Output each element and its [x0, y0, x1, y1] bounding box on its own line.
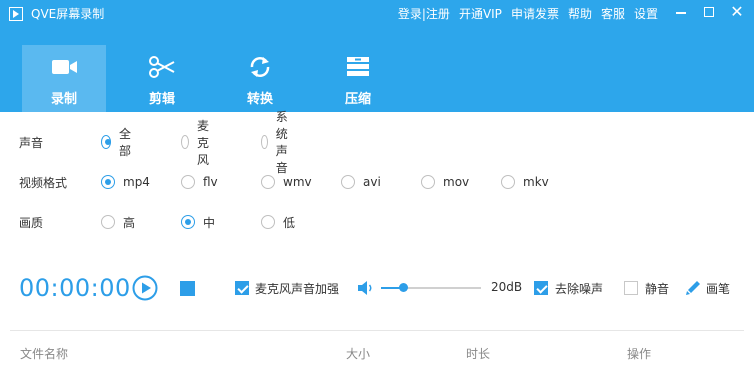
recording-timer: 00:00:00	[19, 274, 131, 302]
pen-icon[interactable]	[685, 279, 702, 296]
format-label: 视频格式	[19, 176, 68, 190]
scissors-icon	[149, 56, 175, 78]
settings-link[interactable]: 设置	[634, 7, 658, 21]
option-label: 系统声音	[275, 110, 288, 175]
audio-option-all[interactable]: 全部	[101, 127, 135, 158]
option-label: 中	[203, 215, 216, 230]
column-header-actions: 操作	[627, 347, 652, 361]
maximize-icon[interactable]	[700, 3, 718, 21]
close-icon[interactable]: ✕	[728, 3, 746, 21]
mute-label: 静音	[645, 282, 670, 296]
quality-label: 画质	[19, 216, 44, 230]
format-option-mov[interactable]: mov	[421, 172, 469, 192]
audio-option-mic[interactable]: 麦克风	[181, 119, 215, 167]
volume-value: 20dB	[491, 280, 523, 294]
option-label: 高	[123, 215, 136, 230]
volume-slider[interactable]	[381, 283, 481, 292]
tab-compress[interactable]: 压缩	[316, 45, 400, 112]
option-label: flv	[203, 175, 218, 189]
tab-label: 转换	[246, 92, 273, 107]
vip-link[interactable]: 开通VIP	[459, 7, 502, 21]
tab-edit[interactable]: 剪辑	[120, 45, 204, 112]
help-link[interactable]: 帮助	[568, 7, 592, 21]
quality-option-high[interactable]: 高	[101, 212, 135, 232]
radio[interactable]	[501, 175, 515, 189]
option-label: 全部	[119, 127, 132, 158]
mute-checkbox[interactable]	[624, 281, 638, 295]
minimize-icon[interactable]	[672, 3, 690, 21]
format-option-wmv[interactable]: wmv	[261, 172, 312, 192]
audio-option-system[interactable]: 系统声音	[261, 110, 295, 175]
volume-handle[interactable]	[399, 283, 408, 292]
speaker-icon[interactable]	[357, 280, 375, 296]
format-option-mkv[interactable]: mkv	[501, 172, 549, 192]
option-label: 低	[283, 215, 296, 230]
tab-label: 录制	[50, 92, 77, 107]
option-label: mov	[443, 175, 470, 189]
radio-selected[interactable]	[101, 175, 115, 189]
top-menu: 登录|注册 开通VIP 申请发票 帮助 客服 设置	[398, 7, 658, 21]
radio-selected[interactable]	[181, 215, 195, 229]
radio[interactable]	[421, 175, 435, 189]
radio-selected[interactable]	[101, 135, 111, 149]
app-title: QVE屏幕录制	[31, 7, 105, 21]
video-camera-icon	[52, 60, 77, 74]
radio[interactable]	[261, 135, 268, 149]
play-icon[interactable]	[132, 275, 158, 301]
archive-icon	[347, 57, 369, 76]
noise-reduction-checkbox[interactable]	[534, 281, 548, 295]
radio[interactable]	[261, 175, 275, 189]
format-option-mp4[interactable]: mp4	[101, 172, 150, 192]
option-label: 麦克风	[197, 118, 210, 167]
radio[interactable]	[181, 135, 189, 149]
option-label: mp4	[123, 175, 150, 189]
pen-label[interactable]: 画笔	[706, 280, 730, 297]
invoice-link[interactable]: 申请发票	[511, 7, 559, 21]
radio[interactable]	[341, 175, 355, 189]
column-header-duration: 时长	[466, 347, 491, 361]
stop-icon[interactable]	[180, 281, 195, 296]
radio[interactable]	[181, 175, 195, 189]
mic-boost-label: 麦克风声音加强	[255, 282, 340, 296]
tab-label: 压缩	[344, 92, 371, 107]
column-header-size: 大小	[346, 347, 371, 361]
header-bar: QVE屏幕录制 登录|注册 开通VIP 申请发票 帮助 客服 设置 ✕ 录制 剪…	[0, 0, 754, 112]
option-label: avi	[363, 175, 381, 189]
option-label: mkv	[523, 175, 549, 189]
app-logo-icon	[9, 7, 23, 21]
audio-label: 声音	[19, 136, 44, 150]
format-option-flv[interactable]: flv	[181, 172, 218, 192]
option-label: wmv	[283, 175, 312, 189]
quality-option-low[interactable]: 低	[261, 212, 295, 232]
column-header-filename: 文件名称	[20, 347, 69, 361]
radio[interactable]	[101, 215, 115, 229]
support-link[interactable]: 客服	[601, 7, 625, 21]
mic-boost-checkbox[interactable]	[235, 281, 249, 295]
format-option-avi[interactable]: avi	[341, 172, 381, 192]
divider	[10, 330, 744, 331]
window-controls: ✕	[672, 3, 746, 21]
tab-record[interactable]: 录制	[22, 45, 106, 112]
tab-convert[interactable]: 转换	[218, 45, 302, 112]
radio[interactable]	[261, 215, 275, 229]
noise-reduction-label: 去除噪声	[555, 282, 604, 296]
login-register-link[interactable]: 登录|注册	[398, 7, 450, 21]
main-tabs: 录制 剪辑 转换 压缩	[22, 45, 414, 112]
refresh-icon	[250, 57, 270, 77]
tab-label: 剪辑	[148, 92, 175, 107]
quality-option-medium[interactable]: 中	[181, 212, 215, 232]
